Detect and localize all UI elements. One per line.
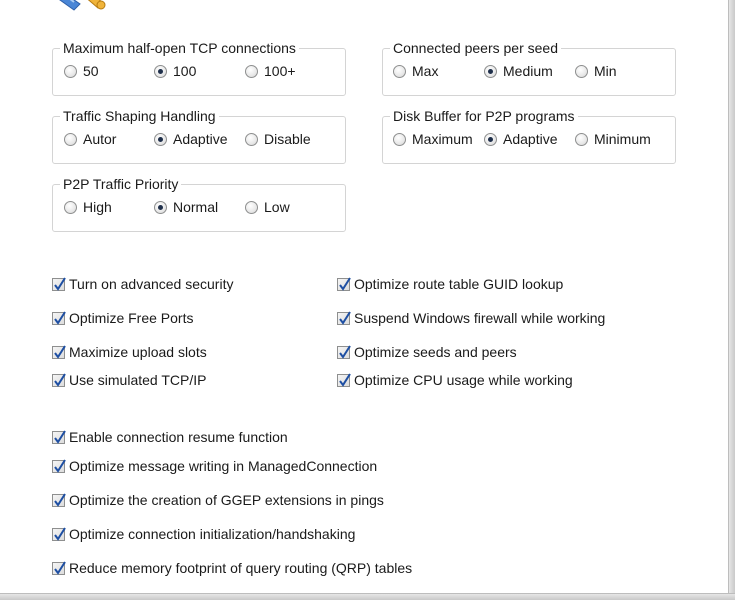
radio-label: Adaptive [173,131,228,147]
checkbox-label: Reduce memory footprint of query routing… [69,560,413,576]
checkbox-message-writing[interactable]: Optimize message writing in ManagedConne… [52,458,377,474]
group-title: Connected peers per seed [390,40,561,57]
checkbox-upload-slots[interactable]: Maximize upload slots [52,344,207,360]
group-title: Disk Buffer for P2P programs [390,108,578,125]
radio-label: Min [594,63,617,79]
radio-tcp-50[interactable]: 50 [64,63,99,79]
radio-peers-min[interactable]: Min [575,63,617,79]
checkbox-label: Enable connection resume function [69,429,288,445]
radio-peers-max[interactable]: Max [393,63,438,79]
checkbox-indicator[interactable] [52,372,66,387]
checkbox-indicator[interactable] [52,526,66,541]
checkbox-label: Optimize CPU usage while working [354,372,573,388]
radio-label: Minimum [594,131,651,147]
checkbox-qrp-tables[interactable]: Reduce memory footprint of query routing… [52,560,412,576]
radio-indicator[interactable] [245,132,258,146]
checkbox-label: Suspend Windows firewall while working [354,310,606,326]
checkbox-indicator[interactable] [337,276,351,291]
radio-priority-high[interactable]: High [64,199,112,215]
radio-label: Medium [503,63,553,79]
checkbox-label: Use simulated TCP/IP [69,372,207,388]
radio-indicator[interactable] [484,132,497,146]
checkbox-connection-resume[interactable]: Enable connection resume function [52,429,288,445]
radio-label: Adaptive [503,131,558,147]
checkbox-indicator[interactable] [337,310,351,325]
group-p2p-priority: P2P Traffic Priority High Normal Low [52,176,346,232]
radio-indicator[interactable] [64,132,77,146]
radio-shaping-autor[interactable]: Autor [64,131,116,147]
checkbox-indicator[interactable] [52,310,66,325]
checkbox-advanced-security[interactable]: Turn on advanced security [52,276,233,292]
group-traffic-shaping: Traffic Shaping Handling Autor Adaptive … [52,108,346,164]
tools-icon [44,0,108,16]
checkbox-label: Optimize seeds and peers [354,344,517,360]
checkbox-label: Maximize upload slots [69,344,207,360]
checkbox-indicator[interactable] [52,560,66,575]
radio-label: 50 [83,63,99,79]
radio-label: 100 [173,63,197,79]
radio-indicator[interactable] [575,64,588,78]
checkbox-indicator[interactable] [337,372,351,387]
checkbox-indicator[interactable] [52,276,66,291]
group-max-tcp-connections: Maximum half-open TCP connections 50 100… [52,40,346,96]
radio-priority-normal[interactable]: Normal [154,199,218,215]
radio-label: Normal [173,199,219,215]
checkbox-route-table-guid[interactable]: Optimize route table GUID lookup [337,276,563,292]
radio-label: Maximum [412,131,473,147]
radio-buffer-minimum[interactable]: Minimum [575,131,651,147]
radio-indicator[interactable] [245,200,258,214]
radio-label: Low [264,199,290,215]
checkbox-cpu-usage[interactable]: Optimize CPU usage while working [337,372,573,388]
radio-peers-medium[interactable]: Medium [484,63,553,79]
radio-buffer-adaptive[interactable]: Adaptive [484,131,557,147]
checkbox-ggep-extensions[interactable]: Optimize the creation of GGEP extensions… [52,492,384,508]
checkbox-indicator[interactable] [52,492,66,507]
radio-indicator[interactable] [154,64,167,78]
group-connected-peers: Connected peers per seed Max Medium Min [382,40,676,96]
checkbox-label: Turn on advanced security [69,276,234,292]
radio-priority-low[interactable]: Low [245,199,290,215]
checkbox-label: Optimize connection initialization/hands… [69,526,356,542]
radio-indicator[interactable] [64,64,77,78]
radio-indicator[interactable] [154,200,167,214]
checkbox-indicator[interactable] [337,344,351,359]
checkbox-label: Optimize message writing in ManagedConne… [69,458,378,474]
group-title: Maximum half-open TCP connections [60,40,299,57]
radio-shaping-adaptive[interactable]: Adaptive [154,131,227,147]
radio-indicator[interactable] [393,132,406,146]
group-title: P2P Traffic Priority [60,176,182,193]
checkbox-suspend-firewall[interactable]: Suspend Windows firewall while working [337,310,605,326]
radio-label: Disable [264,131,311,147]
checkbox-label: Optimize the creation of GGEP extensions… [69,492,384,508]
radio-indicator[interactable] [484,64,497,78]
radio-indicator[interactable] [245,64,258,78]
radio-indicator[interactable] [393,64,406,78]
radio-shaping-disable[interactable]: Disable [245,131,311,147]
window-frame-bottom [0,593,735,600]
checkbox-label: Optimize Free Ports [69,310,194,326]
checkbox-indicator[interactable] [52,429,66,444]
checkbox-indicator[interactable] [52,458,66,473]
checkbox-seeds-peers[interactable]: Optimize seeds and peers [337,344,517,360]
radio-tcp-100[interactable]: 100 [154,63,196,79]
radio-buffer-maximum[interactable]: Maximum [393,131,473,147]
radio-label: Autor [83,131,117,147]
radio-label: High [83,199,112,215]
radio-tcp-100plus[interactable]: 100+ [245,63,296,79]
checkbox-label: Optimize route table GUID lookup [354,276,564,292]
group-title: Traffic Shaping Handling [60,108,219,125]
radio-label: 100+ [264,63,296,79]
group-disk-buffer: Disk Buffer for P2P programs Maximum Ada… [382,108,676,164]
window-frame-right [728,0,735,600]
checkbox-indicator[interactable] [52,344,66,359]
radio-indicator[interactable] [64,200,77,214]
radio-label: Max [412,63,439,79]
checkbox-simulated-tcpip[interactable]: Use simulated TCP/IP [52,372,206,388]
checkbox-free-ports[interactable]: Optimize Free Ports [52,310,193,326]
checkbox-connection-handshaking[interactable]: Optimize connection initialization/hands… [52,526,355,542]
radio-indicator[interactable] [154,132,167,146]
radio-indicator[interactable] [575,132,588,146]
